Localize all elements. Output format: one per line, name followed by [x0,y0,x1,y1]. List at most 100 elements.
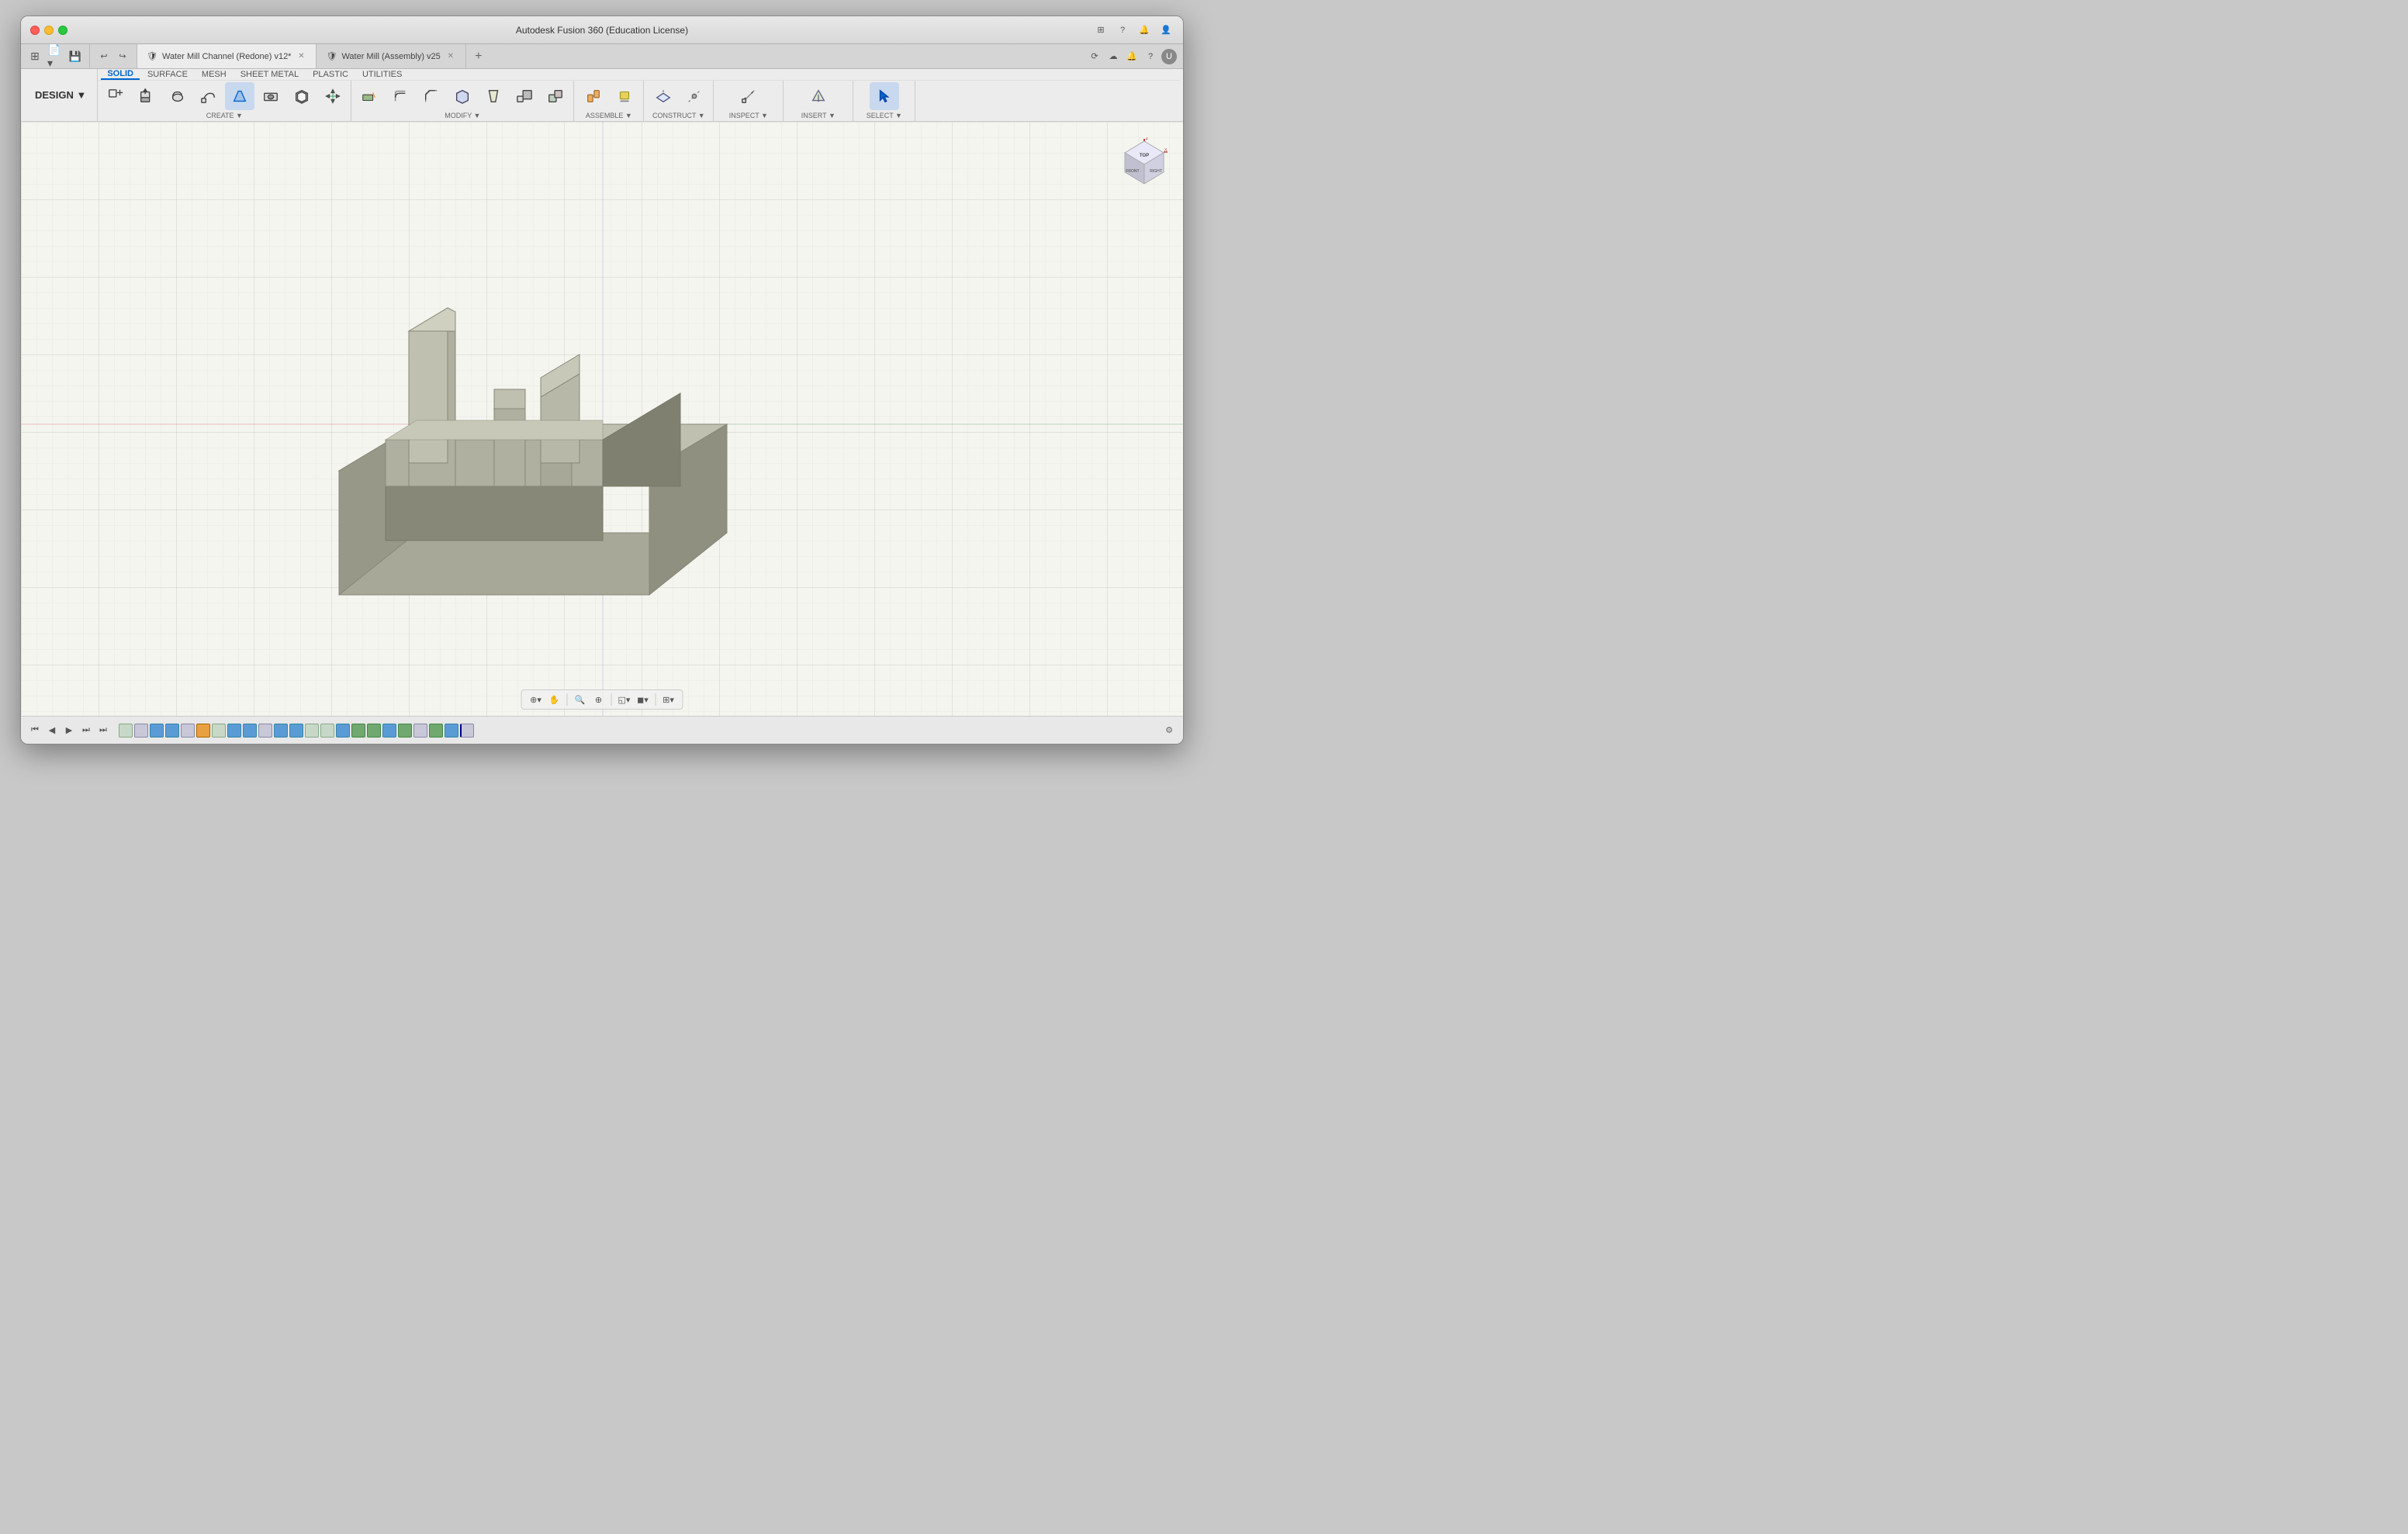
timeline-item-19[interactable] [398,724,412,738]
tab-surface[interactable]: SURFACE [141,70,194,79]
tab-mesh[interactable]: MESH [195,70,233,79]
settings-icon[interactable]: ⚙ [1161,723,1177,738]
timeline-item-15[interactable] [336,724,350,738]
grid-btn[interactable]: ⊞▾ [661,692,676,707]
nav-play-btn[interactable]: ▶ [61,723,77,738]
orientation-cube[interactable]: TOP RIGHT FRONT Z X [1121,137,1168,184]
chamfer-btn[interactable] [417,82,446,110]
viewport[interactable]: TOP RIGHT FRONT Z X ⊕▾ ✋ 🔍 ⊕ ◱▾ ◼▾ ⊞▾ [21,122,1183,716]
timeline-item-10[interactable] [258,724,272,738]
account-icon[interactable]: 👤 [1158,22,1174,38]
user-avatar-icon[interactable]: U [1161,49,1177,64]
assemble-label: ASSEMBLE ▼ [586,112,632,119]
window-title: Autodesk Fusion 360 (Education License) [516,25,688,36]
plane-btn[interactable] [649,82,678,110]
visual-style-btn[interactable]: ◼▾ [635,692,651,707]
shell2-btn[interactable] [448,82,477,110]
tab2-close-button[interactable]: ✕ [445,51,456,62]
design-button[interactable]: DESIGN ▼ [24,69,98,121]
select-label: SELECT ▼ [867,112,902,119]
hole-btn[interactable] [256,82,285,110]
titlebar: Autodesk Fusion 360 (Education License) … [21,16,1183,44]
modify-group: MODIFY ▼ [351,81,574,123]
zoom-btn[interactable]: 🔍 [573,692,588,707]
cloud-icon[interactable]: ☁ [1105,49,1121,64]
fillet-btn[interactable] [386,82,415,110]
traffic-lights [21,26,67,35]
timeline-item-8[interactable] [227,724,241,738]
measure-btn[interactable] [734,82,763,110]
notification-icon[interactable]: 🔔 [1137,22,1152,38]
timeline-item-12[interactable] [289,724,303,738]
sweep-btn[interactable] [194,82,223,110]
joint-btn[interactable] [579,82,608,110]
refresh-icon[interactable]: ⟳ [1087,49,1102,64]
tab-sheet-metal[interactable]: SHEET METAL [234,70,305,79]
nav-prev-btn[interactable]: ◀ [44,723,60,738]
3d-model[interactable] [277,254,773,641]
insert-group: INSERT ▼ [784,81,853,123]
new-component-btn[interactable] [101,82,130,110]
press-pull-btn[interactable] [355,82,384,110]
nav-first-btn[interactable]: ⏮ [27,723,43,738]
tab-active[interactable]: 🛡 Water Mill Channel (Redone) v12* ✕ [137,44,317,68]
timeline-item-23[interactable] [460,724,474,738]
pan-btn[interactable]: ✋ [547,692,562,707]
nav-last-btn[interactable]: ⏭ [95,723,111,738]
revolve-btn[interactable] [163,82,192,110]
insert-mesh-btn[interactable] [804,82,833,110]
close-button[interactable] [30,26,40,35]
timeline-item-3[interactable] [150,724,164,738]
tab-plastic[interactable]: PLASTIC [306,70,355,79]
timeline-item-13[interactable] [305,724,319,738]
toolbar: DESIGN ▼ SOLID SURFACE MESH SHEET METAL … [21,69,1183,122]
tab-close-button[interactable]: ✕ [296,51,306,62]
grid-view-icon[interactable]: ⊞ [27,49,43,64]
shell-btn[interactable] [287,82,317,110]
apps-icon[interactable]: ⊞ [1093,22,1109,38]
loft-btn[interactable] [225,82,254,110]
draft-btn[interactable] [479,82,508,110]
construct-group: CONSTRUCT ▼ [644,81,714,123]
snap-btn[interactable]: ⊕▾ [528,692,544,707]
tab-assembly[interactable]: 🛡 Water Mill (Assembly) v25 ✕ [317,44,465,68]
timeline-item-4[interactable] [165,724,179,738]
tab-bar-right-icons: ⟳ ☁ 🔔 ? U [1087,44,1183,68]
display-mode-btn[interactable]: ◱▾ [617,692,632,707]
timeline-item-18[interactable] [382,724,396,738]
fit-btn[interactable]: ⊕ [591,692,607,707]
timeline-item-16[interactable] [351,724,365,738]
new-tab-button[interactable]: + [466,44,491,68]
maximize-button[interactable] [58,26,67,35]
timeline-item-11[interactable] [274,724,288,738]
extrude-btn[interactable] [132,82,161,110]
minimize-button[interactable] [44,26,54,35]
bell-icon[interactable]: 🔔 [1124,49,1140,64]
timeline-item-7[interactable] [212,724,226,738]
file-menu-icon[interactable]: 📄▾ [47,49,63,64]
timeline-item-2[interactable] [134,724,148,738]
timeline-item-17[interactable] [367,724,381,738]
timeline-item-20[interactable] [413,724,427,738]
tab-utilities[interactable]: UTILITIES [356,70,408,79]
combine-btn[interactable] [541,82,570,110]
timeline-item-6[interactable] [196,724,210,738]
scale-btn[interactable] [510,82,539,110]
nav-next-btn[interactable]: ⏭ [78,723,94,738]
move-btn[interactable] [318,82,348,110]
axis-btn[interactable] [680,82,709,110]
timeline-item-1[interactable] [119,724,133,738]
tab-solid[interactable]: SOLID [101,69,140,80]
timeline-item-9[interactable] [243,724,257,738]
question-icon[interactable]: ? [1143,49,1158,64]
save-icon[interactable]: 💾 [67,49,83,64]
ground-btn[interactable] [610,82,639,110]
select-btn[interactable] [870,82,899,110]
timeline-item-21[interactable] [429,724,443,738]
timeline-item-14[interactable] [320,724,334,738]
timeline-item-22[interactable] [445,724,458,738]
help-icon[interactable]: ? [1115,22,1130,38]
redo-icon[interactable]: ↪ [115,49,130,64]
timeline-item-5[interactable] [181,724,195,738]
undo-icon[interactable]: ↩ [96,49,112,64]
